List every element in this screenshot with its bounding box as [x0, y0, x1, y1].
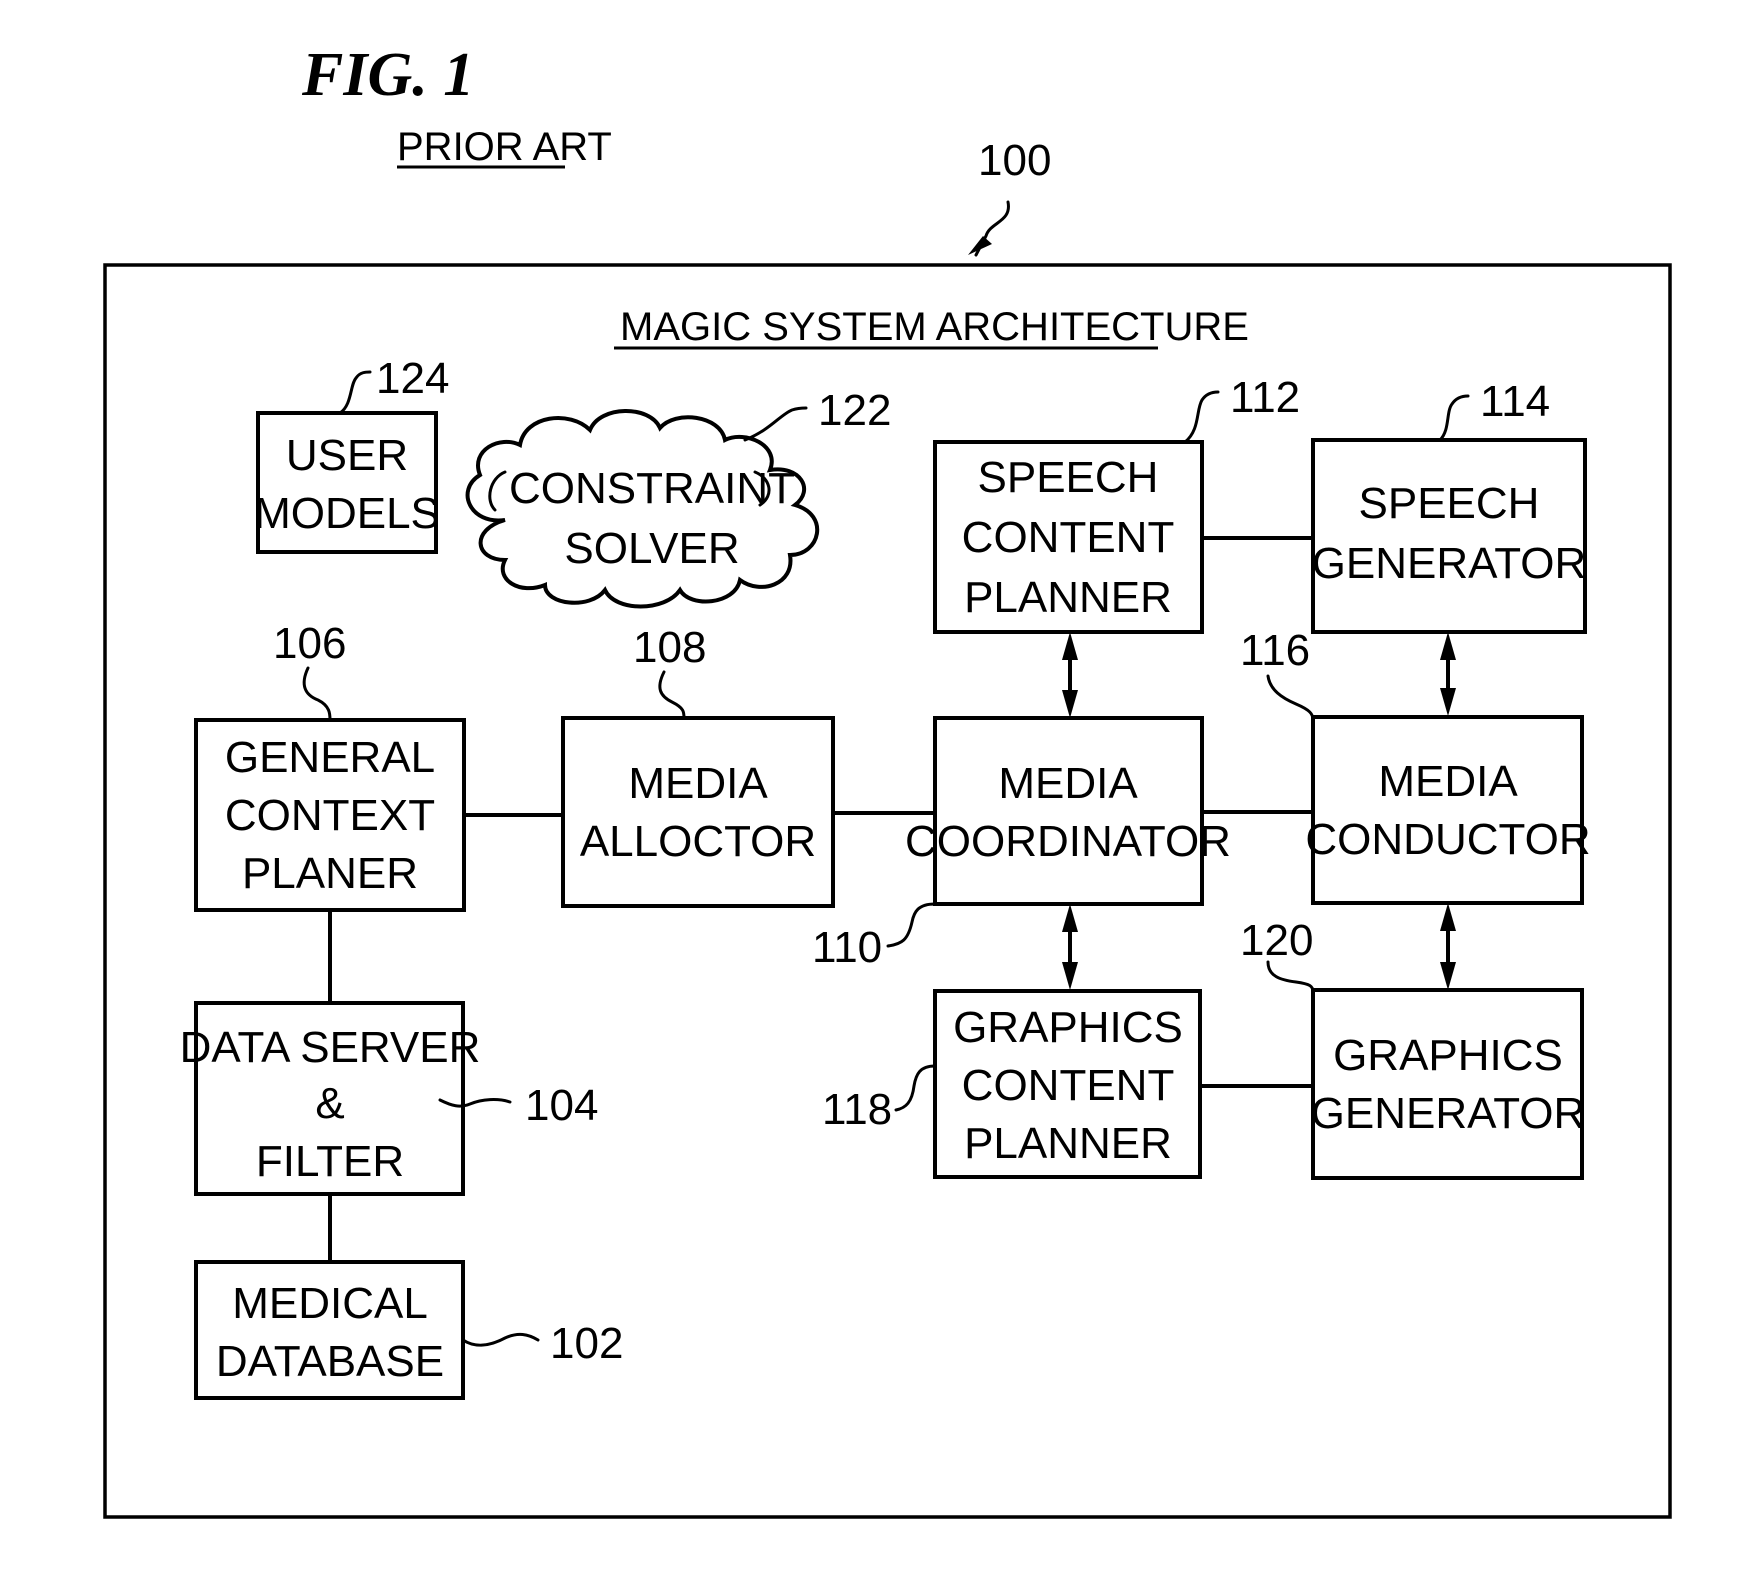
- general-context-planer-line-2: CONTEXT: [225, 791, 435, 840]
- media-allocator-box: [561, 716, 835, 908]
- speech-generator-box: [1311, 438, 1587, 634]
- medical-database-line-1: MEDICAL: [232, 1279, 428, 1328]
- ref-102: 102: [550, 1319, 623, 1368]
- block-graphics-content-planner: GRAPHICS CONTENT 118 PLANNER: [822, 989, 1202, 1179]
- constraint-solver-line-2: SOLVER: [564, 524, 739, 573]
- ref-118-leader: [894, 1064, 937, 1112]
- graphics-content-planner-line-3: PLANNER: [964, 1119, 1172, 1168]
- arrow-speechplanner-coordinator: [1062, 632, 1078, 718]
- ref-122: 122: [818, 386, 891, 435]
- ref-108-leader: [658, 670, 686, 720]
- ref-100: 100: [978, 136, 1051, 185]
- speech-generator-line-2: GENERATOR: [1312, 539, 1587, 588]
- media-conductor-box: [1311, 715, 1584, 905]
- block-media-allocator: MEDIA ALLOCTOR 108: [561, 623, 835, 908]
- graphics-generator-line-1: GRAPHICS: [1333, 1031, 1563, 1080]
- speech-content-planner-line-2: CONTENT: [962, 513, 1175, 562]
- ref-114-leader: [1438, 394, 1470, 442]
- data-server-line-1: DATA SERVER: [180, 1023, 481, 1072]
- speech-content-planner-line-3: PLANNER: [964, 573, 1172, 622]
- ref-120: 120: [1240, 916, 1313, 965]
- diagram-canvas: FIG. 1 PRIOR ART 100 MAGIC SYSTEM ARCHIT…: [103, 41, 1672, 1519]
- ref-110-leader: [886, 902, 937, 948]
- speech-content-planner-line-1: SPEECH: [978, 453, 1159, 502]
- diagram-title: MAGIC SYSTEM ARCHITECTURE: [620, 305, 1249, 349]
- block-media-coordinator: MEDIA COORDINATOR 110: [812, 716, 1231, 972]
- ref-118: 118: [822, 1085, 892, 1134]
- media-allocator-line-1: MEDIA: [628, 759, 768, 808]
- arrow-conductor-graphicsgen: [1440, 903, 1456, 990]
- media-allocator-line-2: ALLOCTOR: [580, 817, 816, 866]
- block-speech-content-planner: SPEECH CONTENT PLANNER 112: [933, 373, 1300, 634]
- block-data-server-filter: DATA SERVER & FILTER 104: [180, 1001, 598, 1196]
- ref-100-arrowhead: [968, 236, 992, 255]
- user-models-line-1: USER: [286, 431, 408, 480]
- prior-art-label: PRIOR ART: [397, 125, 612, 169]
- ref-114: 114: [1480, 377, 1550, 426]
- ref-112: 112: [1230, 373, 1300, 422]
- media-coordinator-box: [933, 716, 1204, 906]
- ref-124-leader: [338, 370, 372, 415]
- general-context-planer-line-3: PLANER: [242, 849, 418, 898]
- ref-122-leader: [743, 406, 808, 442]
- ref-102-leader: [461, 1332, 540, 1347]
- ref-108: 108: [633, 623, 706, 672]
- block-speech-generator: SPEECH GENERATOR 114: [1311, 377, 1587, 634]
- block-general-context-planer: GENERAL CONTEXT PLANER 106: [194, 619, 466, 912]
- block-media-conductor: MEDIA CONDUCTOR 116: [1240, 626, 1591, 905]
- ref-112-leader: [1183, 390, 1220, 444]
- media-coordinator-line-1: MEDIA: [998, 759, 1138, 808]
- graphics-content-planner-line-2: CONTENT: [962, 1061, 1175, 1110]
- data-server-line-3: FILTER: [256, 1137, 404, 1186]
- ref-110: 110: [812, 923, 882, 972]
- media-conductor-line-1: MEDIA: [1378, 757, 1518, 806]
- graphics-generator-line-2: GENERATOR: [1311, 1089, 1586, 1138]
- block-constraint-solver: CONSTRAINT SOLVER 122: [465, 386, 891, 609]
- ref-106-leader: [302, 666, 332, 722]
- arrow-coordinator-graphicsplanner: [1062, 904, 1078, 990]
- media-coordinator-line-2: COORDINATOR: [905, 817, 1231, 866]
- figure-label: FIG. 1: [301, 41, 474, 109]
- block-medical-database: MEDICAL DATABASE 102: [194, 1260, 623, 1400]
- ref-104: 104: [525, 1081, 598, 1130]
- graphics-content-planner-line-1: GRAPHICS: [953, 1003, 1183, 1052]
- general-context-planer-line-1: GENERAL: [225, 733, 435, 782]
- ref-106: 106: [273, 619, 346, 668]
- medical-database-line-2: DATABASE: [216, 1337, 444, 1386]
- data-server-line-2: &: [315, 1079, 344, 1128]
- block-user-models: USER MODELS 124: [254, 354, 449, 554]
- constraint-solver-line-1: CONSTRAINT: [509, 464, 795, 513]
- block-graphics-generator: GRAPHICS GENERATOR 120: [1240, 916, 1586, 1180]
- arrow-speechgen-conductor: [1440, 632, 1456, 716]
- speech-generator-line-1: SPEECH: [1359, 479, 1540, 528]
- ref-124: 124: [376, 354, 449, 403]
- ref-116: 116: [1240, 626, 1310, 675]
- media-conductor-line-2: CONDUCTOR: [1305, 815, 1590, 864]
- ref-120-leader: [1266, 960, 1315, 994]
- user-models-line-2: MODELS: [254, 489, 440, 538]
- graphics-generator-box: [1311, 988, 1584, 1180]
- ref-116-leader: [1266, 674, 1315, 722]
